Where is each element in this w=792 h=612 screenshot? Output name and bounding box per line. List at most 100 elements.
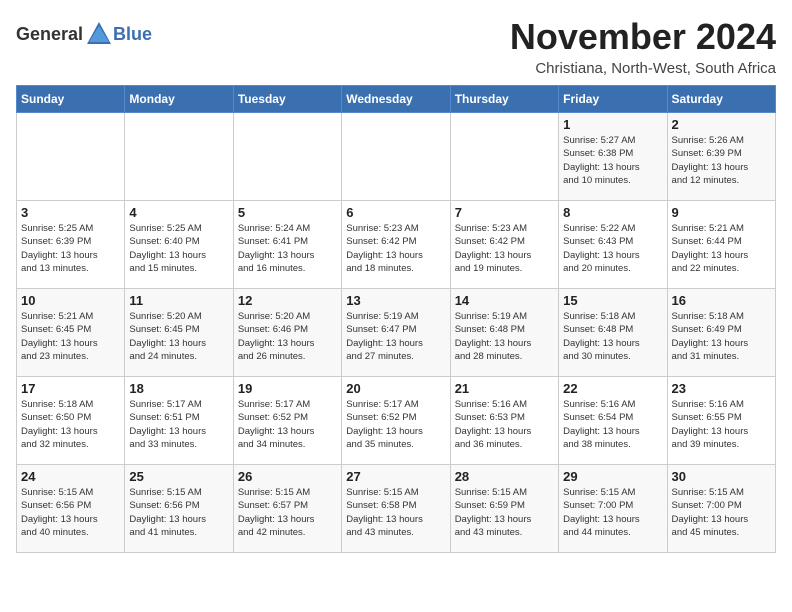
day-number: 9 — [672, 205, 771, 220]
day-number: 20 — [346, 381, 445, 396]
weekday-header-cell: Tuesday — [233, 86, 341, 113]
calendar-week-row: 3Sunrise: 5:25 AM Sunset: 6:39 PM Daylig… — [17, 201, 776, 289]
calendar-day-cell: 6 Sunrise: 5:23 AM Sunset: 6:42 PM Daylig… — [342, 201, 450, 289]
day-number: 18 — [129, 381, 228, 396]
day-number: 13 — [346, 293, 445, 308]
calendar-day-cell: 7 Sunrise: 5:23 AM Sunset: 6:42 PM Daylig… — [450, 201, 558, 289]
calendar-day-cell — [17, 113, 125, 201]
calendar-day-cell — [342, 113, 450, 201]
logo: General Blue — [16, 20, 152, 48]
day-number: 6 — [346, 205, 445, 220]
day-number: 28 — [455, 469, 554, 484]
calendar-day-cell: 19 Sunrise: 5:17 AM Sunset: 6:52 PM Dayli… — [233, 377, 341, 465]
day-info: Sunrise: 5:18 AM Sunset: 6:50 PM Dayligh… — [21, 398, 120, 451]
calendar-week-row: 10Sunrise: 5:21 AM Sunset: 6:45 PM Dayli… — [17, 289, 776, 377]
calendar-body: 1 Sunrise: 5:27 AM Sunset: 6:38 PM Daylig… — [17, 113, 776, 553]
calendar-day-cell: 27Sunrise: 5:15 AM Sunset: 6:58 PM Dayli… — [342, 465, 450, 553]
day-number: 17 — [21, 381, 120, 396]
day-number: 19 — [238, 381, 337, 396]
calendar-day-cell: 29 Sunrise: 5:15 AM Sunset: 7:00 PM Dayli… — [559, 465, 667, 553]
calendar-day-cell: 23 Sunrise: 5:16 AM Sunset: 6:55 PM Dayli… — [667, 377, 775, 465]
day-number: 30 — [672, 469, 771, 484]
calendar-day-cell: 17 Sunrise: 5:18 AM Sunset: 6:50 PM Dayli… — [17, 377, 125, 465]
calendar-day-cell: 9Sunrise: 5:21 AM Sunset: 6:44 PM Daylig… — [667, 201, 775, 289]
calendar-day-cell: 26 Sunrise: 5:15 AM Sunset: 6:57 PM Dayli… — [233, 465, 341, 553]
calendar-day-cell — [125, 113, 233, 201]
calendar-day-cell: 30 Sunrise: 5:15 AM Sunset: 7:00 PM Dayli… — [667, 465, 775, 553]
day-info: Sunrise: 5:19 AM Sunset: 6:48 PM Dayligh… — [455, 310, 554, 363]
day-info: Sunrise: 5:27 AM Sunset: 6:38 PM Dayligh… — [563, 134, 662, 187]
calendar-day-cell: 15Sunrise: 5:18 AM Sunset: 6:48 PM Dayli… — [559, 289, 667, 377]
day-info: Sunrise: 5:16 AM Sunset: 6:55 PM Dayligh… — [672, 398, 771, 451]
day-info: Sunrise: 5:20 AM Sunset: 6:46 PM Dayligh… — [238, 310, 337, 363]
day-info: Sunrise: 5:15 AM Sunset: 6:56 PM Dayligh… — [129, 486, 228, 539]
calendar-day-cell: 5 Sunrise: 5:24 AM Sunset: 6:41 PM Daylig… — [233, 201, 341, 289]
location-subtitle: Christiana, North-West, South Africa — [510, 60, 776, 77]
day-number: 15 — [563, 293, 662, 308]
calendar-day-cell: 2Sunrise: 5:26 AM Sunset: 6:39 PM Daylig… — [667, 113, 775, 201]
day-number: 4 — [129, 205, 228, 220]
logo-general-text: General — [16, 24, 83, 45]
day-info: Sunrise: 5:15 AM Sunset: 6:56 PM Dayligh… — [21, 486, 120, 539]
day-number: 27 — [346, 469, 445, 484]
day-number: 11 — [129, 293, 228, 308]
day-info: Sunrise: 5:23 AM Sunset: 6:42 PM Dayligh… — [455, 222, 554, 275]
day-number: 26 — [238, 469, 337, 484]
day-info: Sunrise: 5:21 AM Sunset: 6:45 PM Dayligh… — [21, 310, 120, 363]
calendar-day-cell: 14 Sunrise: 5:19 AM Sunset: 6:48 PM Dayli… — [450, 289, 558, 377]
day-number: 1 — [563, 117, 662, 132]
calendar-day-cell: 22Sunrise: 5:16 AM Sunset: 6:54 PM Dayli… — [559, 377, 667, 465]
weekday-header-cell: Thursday — [450, 86, 558, 113]
day-number: 12 — [238, 293, 337, 308]
calendar-day-cell: 13 Sunrise: 5:19 AM Sunset: 6:47 PM Dayli… — [342, 289, 450, 377]
weekday-header-cell: Friday — [559, 86, 667, 113]
day-info: Sunrise: 5:17 AM Sunset: 6:52 PM Dayligh… — [238, 398, 337, 451]
day-info: Sunrise: 5:25 AM Sunset: 6:40 PM Dayligh… — [129, 222, 228, 275]
calendar-day-cell: 24 Sunrise: 5:15 AM Sunset: 6:56 PM Dayli… — [17, 465, 125, 553]
calendar-table: SundayMondayTuesdayWednesdayThursdayFrid… — [16, 85, 776, 553]
day-info: Sunrise: 5:15 AM Sunset: 7:00 PM Dayligh… — [563, 486, 662, 539]
day-number: 8 — [563, 205, 662, 220]
calendar-day-cell: 21Sunrise: 5:16 AM Sunset: 6:53 PM Dayli… — [450, 377, 558, 465]
page-title: November 2024 — [510, 16, 776, 58]
day-number: 5 — [238, 205, 337, 220]
calendar-day-cell: 20 Sunrise: 5:17 AM Sunset: 6:52 PM Dayli… — [342, 377, 450, 465]
weekday-header-cell: Monday — [125, 86, 233, 113]
day-number: 2 — [672, 117, 771, 132]
logo-icon — [85, 20, 113, 48]
day-info: Sunrise: 5:16 AM Sunset: 6:53 PM Dayligh… — [455, 398, 554, 451]
calendar-day-cell: 25Sunrise: 5:15 AM Sunset: 6:56 PM Dayli… — [125, 465, 233, 553]
calendar-day-cell: 16 Sunrise: 5:18 AM Sunset: 6:49 PM Dayli… — [667, 289, 775, 377]
day-info: Sunrise: 5:17 AM Sunset: 6:52 PM Dayligh… — [346, 398, 445, 451]
day-info: Sunrise: 5:15 AM Sunset: 6:57 PM Dayligh… — [238, 486, 337, 539]
day-info: Sunrise: 5:15 AM Sunset: 7:00 PM Dayligh… — [672, 486, 771, 539]
calendar-day-cell — [233, 113, 341, 201]
weekday-header-row: SundayMondayTuesdayWednesdayThursdayFrid… — [17, 86, 776, 113]
day-number: 24 — [21, 469, 120, 484]
calendar-day-cell: 3Sunrise: 5:25 AM Sunset: 6:39 PM Daylig… — [17, 201, 125, 289]
calendar-day-cell: 12 Sunrise: 5:20 AM Sunset: 6:46 PM Dayli… — [233, 289, 341, 377]
day-info: Sunrise: 5:20 AM Sunset: 6:45 PM Dayligh… — [129, 310, 228, 363]
day-number: 16 — [672, 293, 771, 308]
day-info: Sunrise: 5:23 AM Sunset: 6:42 PM Dayligh… — [346, 222, 445, 275]
title-block: November 2024 Christiana, North-West, So… — [510, 16, 776, 77]
weekday-header-cell: Sunday — [17, 86, 125, 113]
weekday-header-cell: Saturday — [667, 86, 775, 113]
weekday-header-cell: Wednesday — [342, 86, 450, 113]
calendar-day-cell — [450, 113, 558, 201]
day-info: Sunrise: 5:24 AM Sunset: 6:41 PM Dayligh… — [238, 222, 337, 275]
day-info: Sunrise: 5:18 AM Sunset: 6:49 PM Dayligh… — [672, 310, 771, 363]
day-info: Sunrise: 5:17 AM Sunset: 6:51 PM Dayligh… — [129, 398, 228, 451]
day-number: 29 — [563, 469, 662, 484]
calendar-day-cell: 11 Sunrise: 5:20 AM Sunset: 6:45 PM Dayli… — [125, 289, 233, 377]
calendar-week-row: 24 Sunrise: 5:15 AM Sunset: 6:56 PM Dayli… — [17, 465, 776, 553]
day-number: 14 — [455, 293, 554, 308]
calendar-week-row: 1 Sunrise: 5:27 AM Sunset: 6:38 PM Daylig… — [17, 113, 776, 201]
day-number: 7 — [455, 205, 554, 220]
day-info: Sunrise: 5:16 AM Sunset: 6:54 PM Dayligh… — [563, 398, 662, 451]
day-number: 23 — [672, 381, 771, 396]
day-info: Sunrise: 5:25 AM Sunset: 6:39 PM Dayligh… — [21, 222, 120, 275]
calendar-day-cell: 28Sunrise: 5:15 AM Sunset: 6:59 PM Dayli… — [450, 465, 558, 553]
day-info: Sunrise: 5:19 AM Sunset: 6:47 PM Dayligh… — [346, 310, 445, 363]
calendar-day-cell: 10Sunrise: 5:21 AM Sunset: 6:45 PM Dayli… — [17, 289, 125, 377]
